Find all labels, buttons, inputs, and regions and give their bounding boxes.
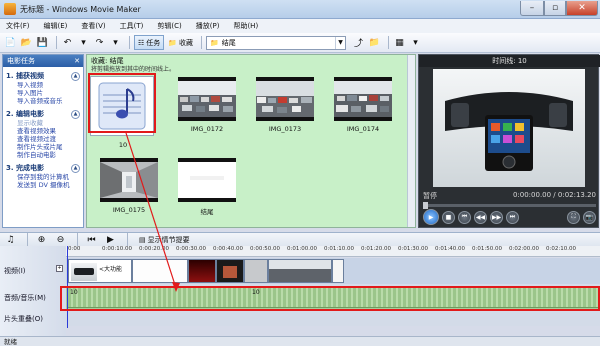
drag-arrow <box>125 132 180 292</box>
